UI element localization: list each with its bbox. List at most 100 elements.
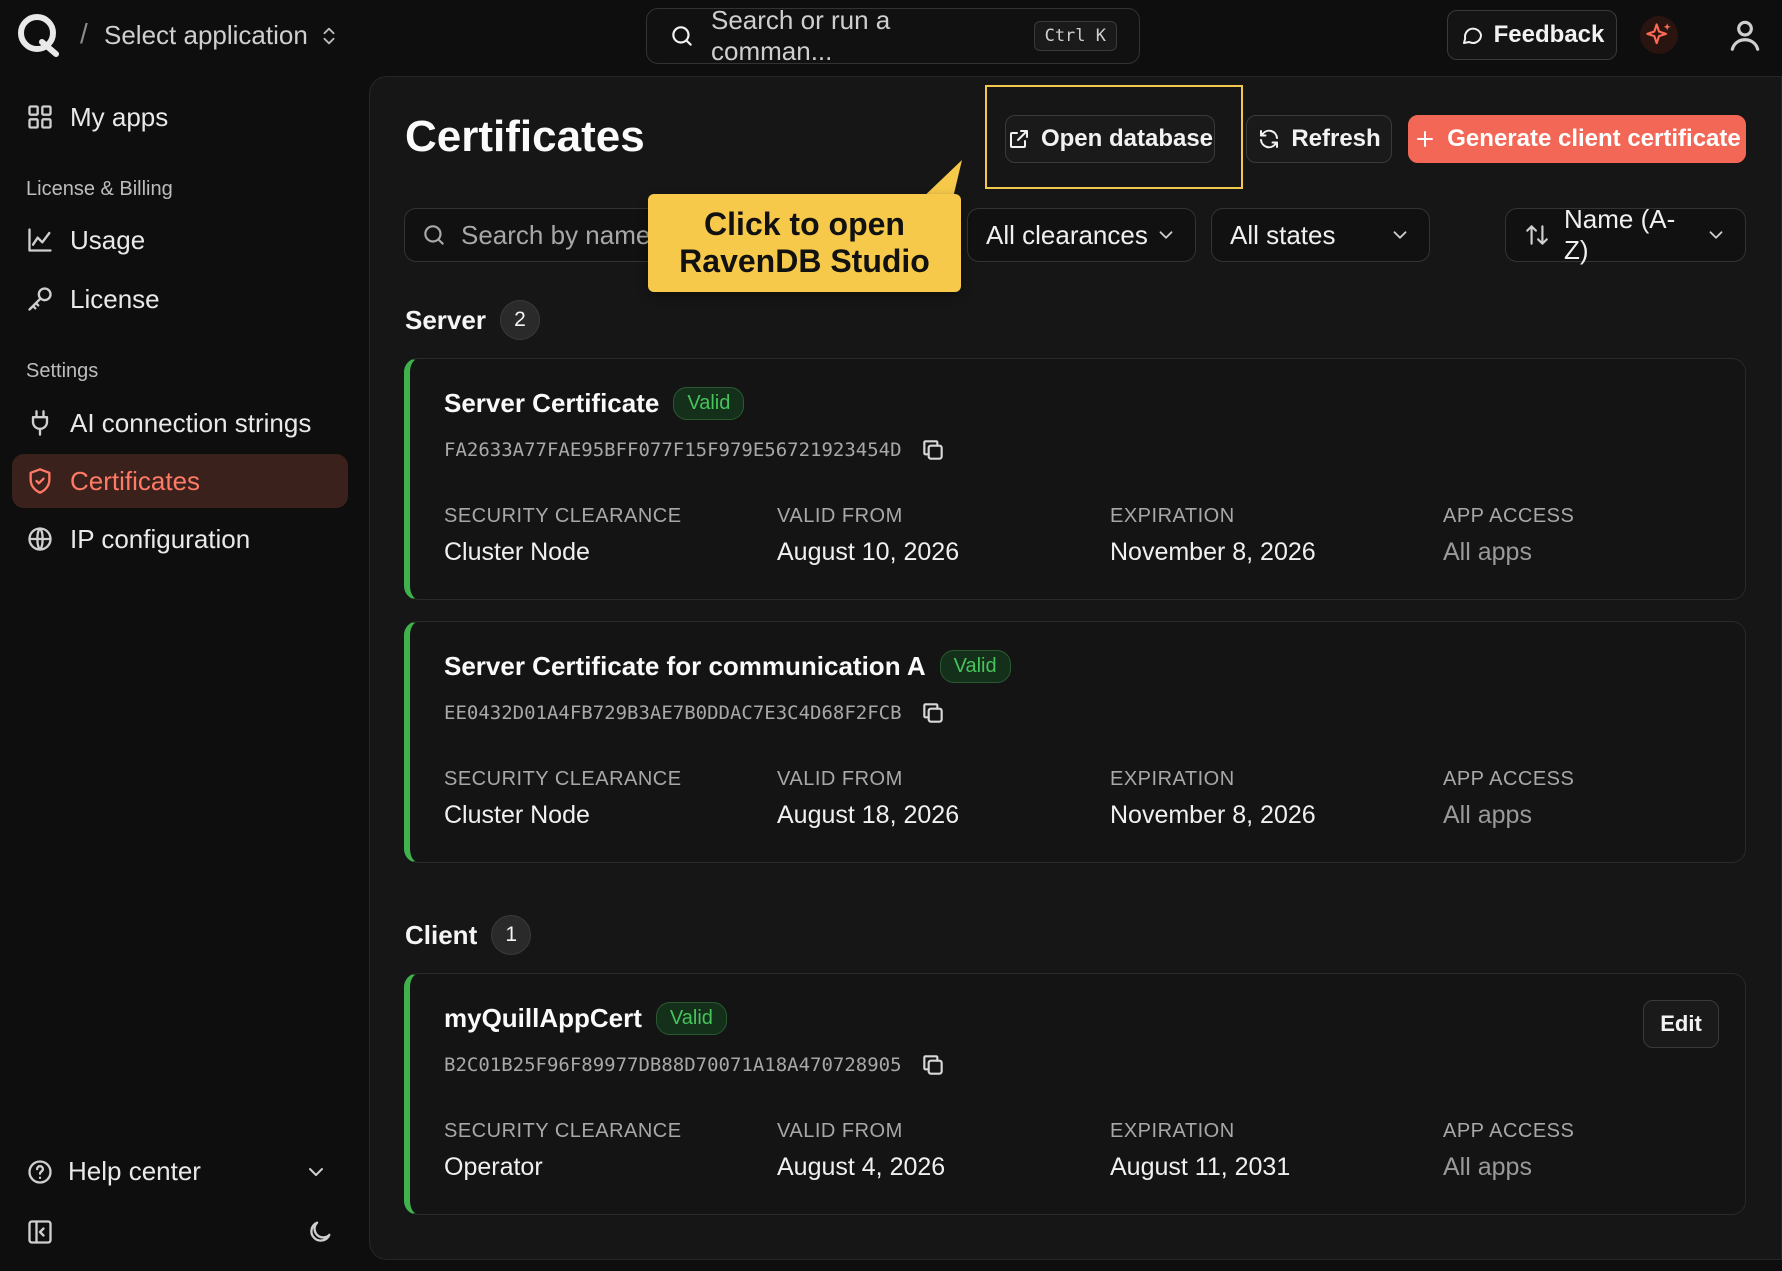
sidebar-toggle-icon	[28, 1220, 52, 1244]
group-title: Client	[405, 919, 478, 950]
message-icon	[1462, 27, 1482, 44]
breadcrumb-separator: /	[80, 18, 88, 49]
state-filter-value: All states	[1230, 219, 1336, 250]
field-value: August 10, 2026	[777, 538, 960, 566]
search-icon	[424, 225, 444, 245]
field-security-clearance: SECURITY CLEARANCE Operator	[444, 1120, 682, 1182]
status-badge: Valid	[655, 1002, 727, 1035]
sidebar-collapse-button[interactable]	[26, 1218, 54, 1246]
help-icon	[28, 1159, 52, 1184]
search-placeholder: Search by name	[461, 219, 651, 250]
chart-icon	[28, 228, 52, 252]
copy-icon	[922, 703, 943, 723]
certificate-name: Server Certificate	[444, 388, 660, 418]
plug-icon	[31, 410, 49, 436]
sidebar-item-ai-connection-strings[interactable]: AI connection strings	[12, 396, 348, 450]
clearance-filter-dropdown[interactable]: All clearances	[967, 208, 1196, 262]
callout-line-2: RavenDB Studio	[679, 243, 930, 279]
app-logo-icon[interactable]	[16, 12, 62, 58]
feedback-button[interactable]: Feedback	[1447, 10, 1617, 60]
select-application-dropdown[interactable]: Select application	[104, 20, 340, 51]
field-expiration: EXPIRATION November 8, 2026	[1110, 768, 1316, 830]
ai-assistant-button[interactable]	[1640, 16, 1678, 54]
field-label: VALID FROM	[777, 505, 903, 527]
field-label: SECURITY CLEARANCE	[444, 1120, 682, 1142]
globe-icon	[28, 527, 52, 551]
field-app-access: APP ACCESS All apps	[1443, 768, 1574, 830]
field-label: APP ACCESS	[1443, 768, 1575, 790]
field-expiration: EXPIRATION August 11, 2031	[1110, 1120, 1290, 1182]
sidebar-item-usage[interactable]: Usage	[12, 213, 348, 267]
open-database-label: Open database	[1040, 125, 1214, 152]
sidebar-item-my-apps[interactable]: My apps	[12, 90, 348, 144]
help-center-label: Help center	[68, 1156, 201, 1186]
user-icon	[1730, 20, 1760, 51]
certificate-title: Server Certificate for communication A V…	[444, 650, 1011, 683]
field-label: EXPIRATION	[1110, 505, 1235, 527]
status-badge: Valid	[673, 387, 745, 420]
section-label-license-billing: License & Billing	[26, 178, 173, 200]
certificate-thumbprint: EE0432D01A4FB729B3AE7B0DDAC7E3C4D68F2FCB	[444, 700, 946, 726]
certificate-thumbprint: FA2633A77FAE95BFF077F15F979E56721923454D	[444, 437, 946, 463]
field-app-access: APP ACCESS All apps	[1443, 505, 1574, 567]
field-label: APP ACCESS	[1443, 505, 1575, 527]
tutorial-callout: Click to open RavenDB Studio	[648, 194, 961, 292]
certificate-name: myQuillAppCert	[444, 1003, 642, 1033]
sidebar-item-ip-configuration[interactable]: IP configuration	[12, 512, 348, 566]
field-valid-from: VALID FROM August 18, 2026	[777, 768, 959, 830]
field-value: All apps	[1443, 1153, 1532, 1181]
chevron-down-icon	[1709, 231, 1723, 239]
sort-value: Name (A-Z)	[1564, 204, 1676, 265]
user-menu-button[interactable]	[1726, 16, 1764, 54]
select-application-label: Select application	[104, 20, 308, 50]
command-search-placeholder: Search or run a comman...	[711, 5, 891, 66]
thumbprint-value: EE0432D01A4FB729B3AE7B0DDAC7E3C4D68F2FCB	[444, 702, 902, 724]
field-label: VALID FROM	[777, 768, 903, 790]
shield-icon	[29, 468, 51, 494]
chevron-down-icon	[1159, 231, 1173, 239]
plus-icon	[1417, 131, 1434, 147]
thumbprint-value: B2C01B25F96F89977DB88D70071A18A470728905	[444, 1054, 902, 1076]
certificate-card[interactable]: myQuillAppCert Valid Edit B2C01B25F96F89…	[404, 973, 1746, 1215]
copy-icon	[922, 440, 943, 460]
sidebar-item-label: AI connection strings	[70, 407, 312, 438]
field-app-access: APP ACCESS All apps	[1443, 1120, 1574, 1182]
copy-thumbprint-button[interactable]	[920, 700, 946, 726]
search-icon	[672, 26, 692, 46]
sidebar-item-license[interactable]: License	[12, 272, 348, 326]
state-filter-dropdown[interactable]: All states	[1211, 208, 1430, 262]
edit-button[interactable]: Edit	[1643, 1000, 1719, 1048]
open-database-button[interactable]: Open database	[1005, 115, 1215, 163]
chevron-down-icon	[309, 1167, 323, 1176]
certificate-card[interactable]: Server Certificate for communication A V…	[404, 621, 1746, 863]
key-icon	[28, 287, 52, 311]
sidebar-item-label: My apps	[70, 101, 169, 132]
shortcut-hint: Ctrl K	[1033, 21, 1117, 51]
certificate-card[interactable]: Server Certificate Valid FA2633A77FAE95B…	[404, 358, 1746, 600]
sort-dropdown[interactable]: Name (A-Z)	[1505, 204, 1746, 265]
status-badge: Valid	[939, 650, 1011, 683]
field-valid-from: VALID FROM August 4, 2026	[777, 1120, 945, 1182]
command-search-bar[interactable]: Search or run a comman... Ctrl K	[646, 5, 1140, 66]
field-value: Cluster Node	[444, 538, 590, 566]
field-value: November 8, 2026	[1110, 801, 1316, 829]
theme-toggle-button[interactable]	[306, 1218, 334, 1246]
generate-client-certificate-button[interactable]: Generate client certificate	[1408, 115, 1746, 163]
group-title: Server	[405, 304, 486, 335]
field-expiration: EXPIRATION November 8, 2026	[1110, 505, 1316, 567]
field-value: August 11, 2031	[1110, 1153, 1291, 1181]
sparkle-icon	[1646, 23, 1671, 45]
sidebar-item-label: Certificates	[70, 465, 201, 496]
copy-thumbprint-button[interactable]	[920, 437, 946, 463]
sidebar-item-label: IP configuration	[70, 523, 251, 554]
sidebar-item-certificates[interactable]: Certificates	[12, 454, 348, 508]
chevron-down-icon	[1393, 231, 1407, 239]
refresh-button[interactable]: Refresh	[1246, 115, 1392, 163]
field-security-clearance: SECURITY CLEARANCE Cluster Node	[444, 505, 682, 567]
help-center-toggle[interactable]: Help center	[26, 1156, 336, 1187]
field-security-clearance: SECURITY CLEARANCE Cluster Node	[444, 768, 682, 830]
field-value: All apps	[1443, 538, 1532, 566]
field-valid-from: VALID FROM August 10, 2026	[777, 505, 959, 567]
chevron-updown-icon	[323, 27, 335, 44]
copy-thumbprint-button[interactable]	[920, 1052, 946, 1078]
